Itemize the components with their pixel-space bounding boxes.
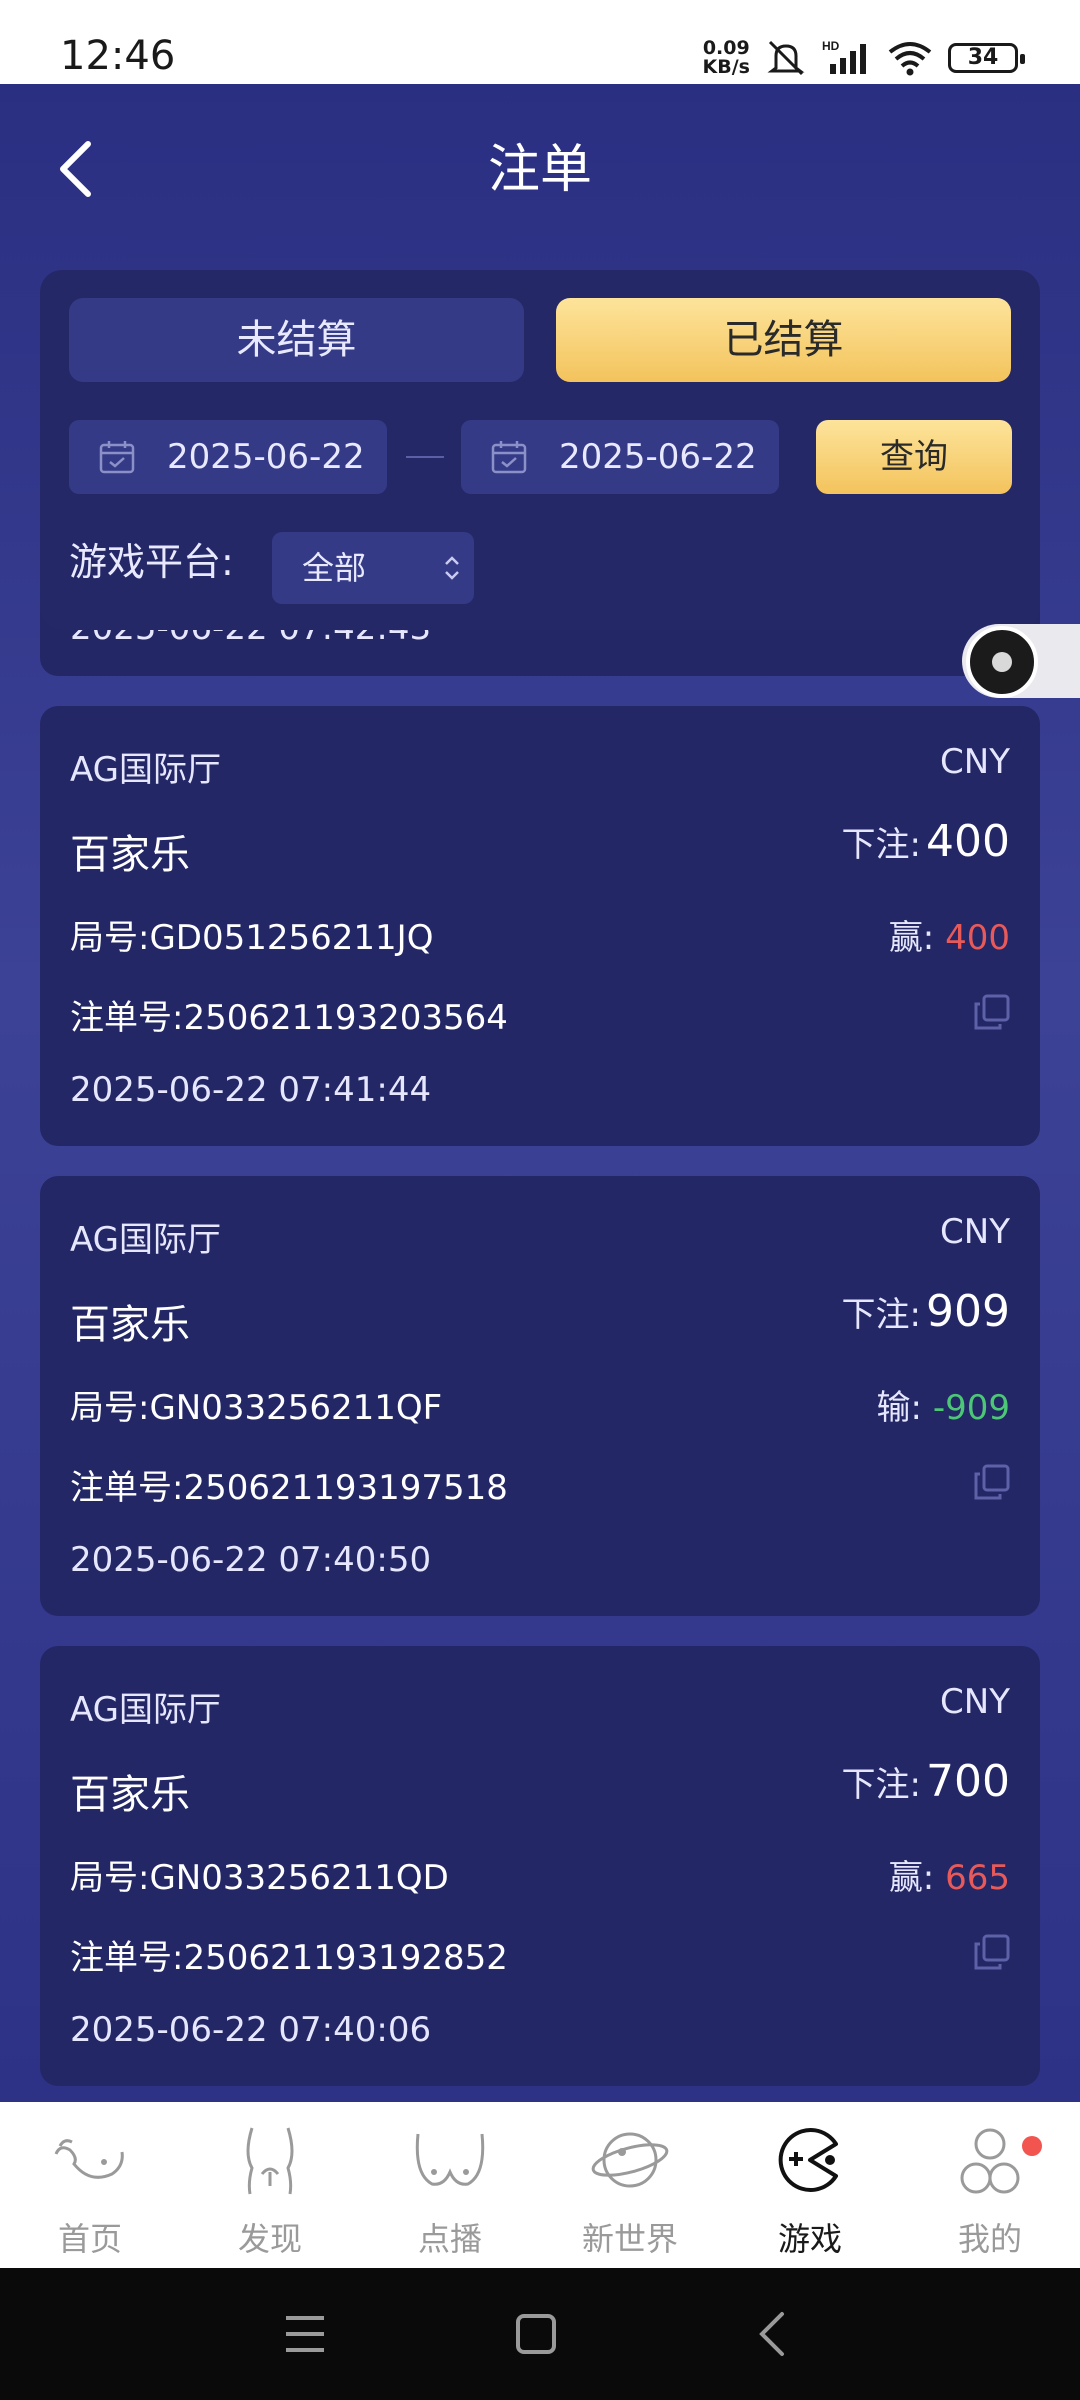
result-value: 665 <box>945 1858 1010 1898</box>
platform-select-value: 全部 <box>302 549 367 587</box>
date-separator <box>406 456 444 458</box>
order-round: 局号:GN033256211QF <box>70 1388 443 1428</box>
notification-badge <box>1022 2136 1042 2156</box>
planet-icon <box>591 2132 669 2188</box>
order-currency: CNY <box>940 1212 1010 1252</box>
result-value: -909 <box>932 1388 1010 1428</box>
status-time: 12:46 <box>60 33 176 79</box>
disc-center <box>992 652 1012 672</box>
bet-value: 909 <box>926 1286 1010 1337</box>
order-card[interactable]: AG国际厅 CNY 百家乐 下注: 400 局号:GD051256211JQ 赢… <box>40 706 1040 1146</box>
order-round: 局号:GD051256211JQ <box>70 918 434 958</box>
order-result: 赢: 665 <box>889 1850 1010 1899</box>
home-icon <box>54 2139 124 2179</box>
order-game: 百家乐 <box>70 1302 190 1348</box>
battery-icon: 34 <box>948 43 1025 73</box>
wifi-icon <box>888 42 932 76</box>
nav-profile[interactable]: 我的 <box>900 2102 1080 2268</box>
system-nav-bar <box>0 2268 1080 2400</box>
bet-value: 700 <box>926 1756 1010 1807</box>
result-value: 400 <box>945 918 1010 958</box>
nav-label: 游戏 <box>777 2220 842 2258</box>
status-icons: 0.09 KB/s HD 34 <box>703 38 1025 78</box>
bet-label: 下注: <box>841 1295 921 1335</box>
nav-on-demand[interactable]: 点播 <box>360 2102 540 2268</box>
platform-select[interactable]: 全部 <box>272 532 474 604</box>
orders-screen: 注单 2025-06-22 07:42:43 未结算 已结算 2025-06-2… <box>0 84 1080 2102</box>
platform-label: 游戏平台: <box>69 540 234 584</box>
nav-label: 我的 <box>957 2220 1022 2258</box>
on-demand-icon <box>415 2133 485 2186</box>
svg-text:HD: HD <box>822 39 840 53</box>
order-platform: AG国际厅 <box>70 1690 222 1730</box>
order-result: 赢: 400 <box>889 910 1010 959</box>
game-icon <box>778 2128 838 2192</box>
result-label: 输: <box>876 1388 923 1428</box>
filter-panel: 未结算 已结算 2025-06-22 2025-06-22 查询 游戏平台: 全… <box>40 270 1040 630</box>
music-disc-icon[interactable] <box>966 626 1038 698</box>
bet-value: 400 <box>926 816 1010 867</box>
net-speed: 0.09 KB/s <box>703 39 750 77</box>
order-game: 百家乐 <box>70 1772 190 1818</box>
result-label: 赢: <box>888 918 935 958</box>
header: 注单 <box>0 84 1080 254</box>
copy-icon[interactable] <box>974 1934 1010 1970</box>
bottom-nav: 首页 发现 点播 新世界 游戏 我的 <box>0 2102 1080 2268</box>
copy-icon[interactable] <box>974 994 1010 1030</box>
tab-unsettled[interactable]: 未结算 <box>69 298 524 382</box>
nav-discover[interactable]: 发现 <box>180 2102 360 2268</box>
order-bet: 下注: 400 <box>841 816 1010 867</box>
nav-label: 首页 <box>57 2220 122 2258</box>
order-round: 局号:GN033256211QD <box>70 1858 449 1898</box>
menu-icon[interactable] <box>282 2312 328 2356</box>
calendar-icon <box>99 441 135 474</box>
bet-label: 下注: <box>841 825 921 865</box>
tab-settled[interactable]: 已结算 <box>556 298 1011 382</box>
order-number: 注单号:250621193197518 <box>70 1468 508 1508</box>
nav-label: 新世界 <box>581 2220 678 2258</box>
order-platform: AG国际厅 <box>70 1220 222 1260</box>
bet-label: 下注: <box>841 1765 921 1805</box>
order-result: 输: -909 <box>877 1380 1010 1429</box>
chevron-updown-icon <box>445 556 459 580</box>
order-bet: 下注: 700 <box>841 1756 1010 1807</box>
order-game: 百家乐 <box>70 832 190 878</box>
nav-home[interactable]: 首页 <box>0 2102 180 2268</box>
nav-game[interactable]: 游戏 <box>720 2102 900 2268</box>
date-to-field[interactable]: 2025-06-22 <box>461 420 779 494</box>
order-number: 注单号:250621193203564 <box>70 998 508 1038</box>
page-title: 注单 <box>487 140 592 200</box>
result-label: 赢: <box>888 1858 935 1898</box>
status-bar: 12:46 0.09 KB/s HD 34 <box>0 0 1080 84</box>
order-time: 2025-06-22 07:40:50 <box>70 1540 432 1580</box>
net-speed-unit: KB/s <box>702 56 750 78</box>
order-currency: CNY <box>940 1682 1010 1722</box>
query-button[interactable]: 查询 <box>816 420 1012 494</box>
order-number: 注单号:250621193192852 <box>70 1938 508 1978</box>
order-currency: CNY <box>940 742 1010 782</box>
order-platform: AG国际厅 <box>70 750 222 790</box>
order-card[interactable]: AG国际厅 CNY 百家乐 下注: 700 局号:GN033256211QD 赢… <box>40 1646 1040 2086</box>
discover-icon <box>246 2127 294 2195</box>
home-square-icon[interactable] <box>514 2312 558 2356</box>
mute-icon <box>767 40 805 76</box>
nav-new-world[interactable]: 新世界 <box>540 2102 720 2268</box>
order-card[interactable]: AG国际厅 CNY 百家乐 下注: 909 局号:GN033256211QF 输… <box>40 1176 1040 1616</box>
order-time: 2025-06-22 07:40:06 <box>70 2010 432 2050</box>
nav-label: 点播 <box>417 2220 482 2258</box>
date-to-value: 2025-06-22 <box>559 437 757 477</box>
calendar-icon <box>491 441 527 474</box>
profile-icon <box>960 2128 1020 2194</box>
copy-icon[interactable] <box>974 1464 1010 1500</box>
nav-label: 发现 <box>237 2220 302 2258</box>
back-triangle-icon[interactable] <box>752 2308 792 2360</box>
order-time: 2025-06-22 07:41:44 <box>70 1070 432 1110</box>
order-bet: 下注: 909 <box>841 1286 1010 1337</box>
date-from-field[interactable]: 2025-06-22 <box>69 420 387 494</box>
date-from-value: 2025-06-22 <box>167 437 365 477</box>
signal-icon: HD <box>822 39 866 74</box>
